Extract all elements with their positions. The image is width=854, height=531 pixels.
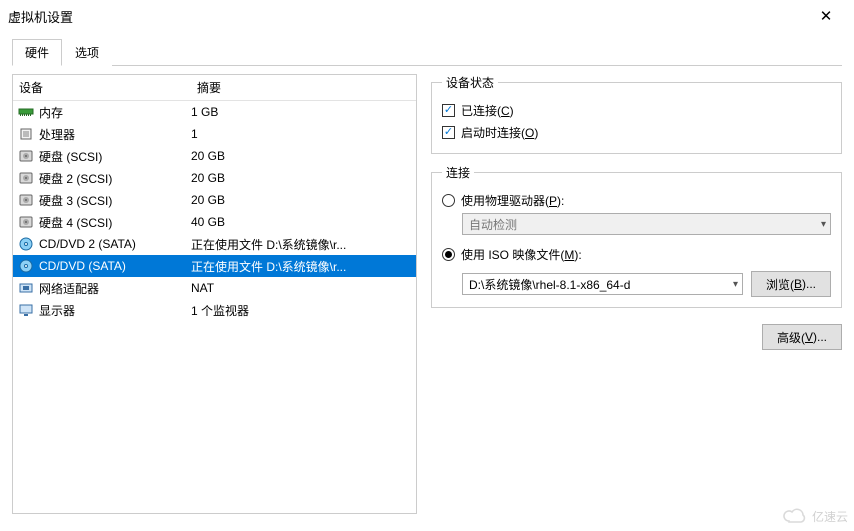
device-name: 硬盘 3 (SCSI) bbox=[39, 192, 191, 209]
tab-options[interactable]: 选项 bbox=[62, 39, 112, 66]
device-row[interactable]: 硬盘 3 (SCSI)20 GB bbox=[13, 189, 416, 211]
device-summary: 20 GB bbox=[191, 171, 412, 185]
device-row[interactable]: 硬盘 4 (SCSI)40 GB bbox=[13, 211, 416, 233]
device-row[interactable]: 处理器1 bbox=[13, 123, 416, 145]
device-name: 硬盘 (SCSI) bbox=[39, 148, 191, 165]
connect-at-power-on-checkbox[interactable]: ✓ bbox=[442, 126, 455, 139]
device-summary: 1 bbox=[191, 127, 412, 141]
device-summary: 20 GB bbox=[191, 193, 412, 207]
advanced-button[interactable]: 高级(V)... bbox=[762, 324, 842, 350]
connected-checkbox[interactable]: ✓ bbox=[442, 104, 455, 117]
column-device[interactable]: 设备 bbox=[13, 75, 191, 100]
column-summary[interactable]: 摘要 bbox=[191, 75, 416, 100]
cpu-icon bbox=[17, 126, 35, 142]
tab-hardware[interactable]: 硬件 bbox=[12, 39, 62, 66]
device-row[interactable]: 硬盘 (SCSI)20 GB bbox=[13, 145, 416, 167]
use-iso-radio[interactable] bbox=[442, 248, 455, 261]
tab-bar: 硬件 选项 bbox=[12, 38, 842, 66]
device-list[interactable]: 内存1 GB处理器1硬盘 (SCSI)20 GB硬盘 2 (SCSI)20 GB… bbox=[13, 101, 416, 513]
connect-at-power-on-label: 启动时连接(O) bbox=[461, 124, 538, 141]
device-summary: 20 GB bbox=[191, 149, 412, 163]
connection-group: 连接 使用物理驱动器(P): 自动检测 ▾ 使用 ISO 映像文件(M): bbox=[431, 164, 842, 308]
watermark: 亿速云 bbox=[782, 507, 848, 525]
device-summary: 1 GB bbox=[191, 105, 412, 119]
device-name: 硬盘 4 (SCSI) bbox=[39, 214, 191, 231]
cd-icon bbox=[17, 258, 35, 274]
device-row[interactable]: 显示器1 个监视器 bbox=[13, 299, 416, 321]
device-row[interactable]: CD/DVD 2 (SATA)正在使用文件 D:\系统镜像\r... bbox=[13, 233, 416, 255]
device-name: 内存 bbox=[39, 104, 191, 121]
device-name: CD/DVD (SATA) bbox=[39, 259, 191, 273]
device-row[interactable]: CD/DVD (SATA)正在使用文件 D:\系统镜像\r... bbox=[13, 255, 416, 277]
net-icon bbox=[17, 280, 35, 296]
disk-icon bbox=[17, 192, 35, 208]
disk-icon bbox=[17, 170, 35, 186]
device-name: 硬盘 2 (SCSI) bbox=[39, 170, 191, 187]
device-summary: 正在使用文件 D:\系统镜像\r... bbox=[191, 236, 412, 253]
use-physical-drive-label: 使用物理驱动器(P): bbox=[461, 192, 564, 209]
device-list-header: 设备 摘要 bbox=[13, 75, 416, 101]
cd-icon bbox=[17, 236, 35, 252]
device-summary: 40 GB bbox=[191, 215, 412, 229]
device-summary: NAT bbox=[191, 281, 412, 295]
device-summary: 正在使用文件 D:\系统镜像\r... bbox=[191, 258, 412, 275]
device-status-legend: 设备状态 bbox=[442, 74, 498, 91]
iso-path-combo[interactable]: D:\系统镜像\rhel-8.1-x86_64-d ▾ bbox=[462, 273, 743, 295]
device-name: 处理器 bbox=[39, 126, 191, 143]
device-list-pane: 设备 摘要 内存1 GB处理器1硬盘 (SCSI)20 GB硬盘 2 (SCSI… bbox=[12, 74, 417, 514]
device-row[interactable]: 硬盘 2 (SCSI)20 GB bbox=[13, 167, 416, 189]
connection-legend: 连接 bbox=[442, 164, 474, 181]
chevron-down-icon: ▾ bbox=[733, 279, 738, 290]
disk-icon bbox=[17, 214, 35, 230]
memory-icon bbox=[17, 104, 35, 120]
device-name: 显示器 bbox=[39, 302, 191, 319]
window-title: 虚拟机设置 bbox=[8, 7, 73, 26]
use-iso-label: 使用 ISO 映像文件(M): bbox=[461, 246, 582, 263]
device-status-group: 设备状态 ✓ 已连接(C) ✓ 启动时连接(O) bbox=[431, 74, 842, 154]
disk-icon bbox=[17, 148, 35, 164]
browse-button[interactable]: 浏览(B)... bbox=[751, 271, 831, 297]
device-row[interactable]: 内存1 GB bbox=[13, 101, 416, 123]
physical-drive-combo: 自动检测 ▾ bbox=[462, 213, 831, 235]
device-name: CD/DVD 2 (SATA) bbox=[39, 237, 191, 251]
use-physical-drive-radio[interactable] bbox=[442, 194, 455, 207]
display-icon bbox=[17, 302, 35, 318]
device-name: 网络适配器 bbox=[39, 280, 191, 297]
connected-label: 已连接(C) bbox=[461, 102, 514, 119]
chevron-down-icon: ▾ bbox=[821, 219, 826, 230]
close-button[interactable]: ✕ bbox=[806, 7, 846, 25]
device-row[interactable]: 网络适配器NAT bbox=[13, 277, 416, 299]
device-summary: 1 个监视器 bbox=[191, 302, 412, 319]
